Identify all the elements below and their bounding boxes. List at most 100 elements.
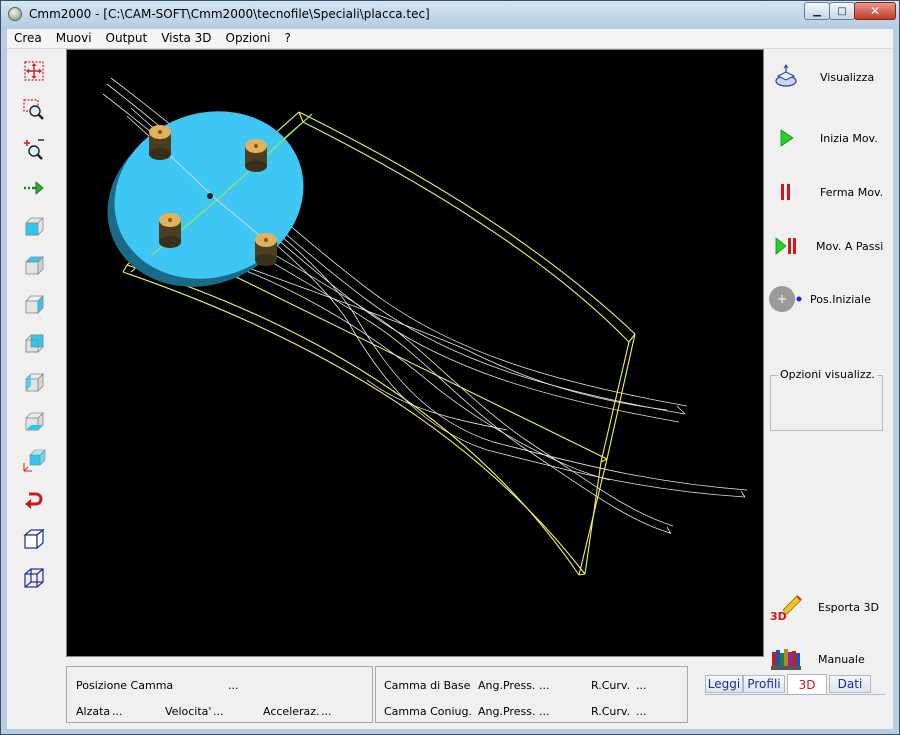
coniug-r-curv-label: R.Curv. (591, 705, 631, 718)
display-options-group: Opzioni visualizz. (770, 368, 883, 431)
view-isometric-button[interactable] (22, 449, 46, 473)
mov-a-passi-button[interactable]: Mov. A Passi (768, 228, 888, 264)
initial-position-icon (768, 284, 804, 314)
camma-coniug-label: Camma Coniug. (384, 705, 472, 718)
solid-mode-icon (23, 528, 45, 550)
visualizza-label: Visualizza (820, 70, 875, 84)
view-top-icon (25, 256, 44, 275)
step-icon (768, 231, 804, 261)
acceleraz-label: Acceleraz. (263, 705, 320, 718)
rotate-view-button[interactable] (22, 488, 46, 512)
inizia-mov-button[interactable]: Inizia Mov. (768, 120, 888, 156)
cam-3d-model (102, 77, 748, 576)
menu-bar: Crea Muovi Output Vista 3D Opzioni ? (7, 29, 893, 49)
view-isometric-icon (23, 449, 46, 472)
posizione-camma-label: Posizione Camma (76, 679, 174, 692)
export-3d-icon-text: 3D (770, 610, 787, 622)
close-button[interactable]: ✕ (854, 2, 896, 20)
menu-vista-3d[interactable]: Vista 3D (154, 29, 218, 48)
zoom-window-icon (23, 99, 44, 120)
tab-leggi[interactable]: Leggi (705, 675, 743, 693)
wireframe-mode-button[interactable] (22, 566, 46, 590)
display-options-title: Opzioni visualizz. (778, 368, 877, 381)
pos-iniziale-button[interactable]: Pos.Iniziale (768, 281, 888, 317)
title-bar[interactable]: Cmm2000 - [C:\CAM-SOFT\Cmm2000\tecnofile… (1, 1, 899, 29)
esporta-3d-button[interactable]: 3D Esporta 3D (768, 589, 888, 625)
alzata-value: ... (112, 705, 123, 718)
acceleraz-value: ... (321, 705, 332, 718)
cam-pressure-panel: Camma di Base Ang.Press. ... R.Curv. ...… (375, 666, 688, 723)
cam-pin (245, 139, 267, 172)
menu-help[interactable]: ? (278, 29, 298, 48)
menu-muovi[interactable]: Muovi (49, 29, 99, 48)
view-tabs: Leggi Profili 3D Dati (705, 674, 891, 715)
fit-view-button[interactable] (22, 59, 46, 83)
view-left-icon (25, 373, 44, 392)
pan-button[interactable] (22, 176, 46, 200)
manuale-button[interactable]: Manuale (768, 641, 888, 677)
cam-position-panel: Posizione Camma ... Alzata ... Velocita'… (66, 666, 373, 723)
cam-pin (255, 233, 277, 266)
visualize-3d-icon (768, 62, 804, 92)
pause-icon (768, 177, 804, 207)
view-front-button[interactable] (22, 215, 46, 239)
wireframe-mode-icon (24, 568, 44, 588)
books-icon (768, 644, 804, 674)
view-right-icon (25, 295, 44, 314)
tab-dati[interactable]: Dati (829, 675, 871, 693)
tab-3d[interactable]: 3D (787, 674, 827, 694)
zoom-in-out-button[interactable] (22, 137, 46, 161)
posizione-camma-value: ... (228, 679, 239, 692)
menu-opzioni[interactable]: Opzioni (219, 29, 278, 48)
ferma-mov-button[interactable]: Ferma Mov. (768, 174, 888, 210)
coniug-ang-press-value: ... (539, 705, 550, 718)
velocita-label: Velocita' (165, 705, 212, 718)
menu-crea[interactable]: Crea (7, 29, 49, 48)
coniug-r-curv-value: ... (636, 705, 647, 718)
menu-output[interactable]: Output (99, 29, 155, 48)
inizia-mov-label: Inizia Mov. (820, 131, 878, 145)
base-r-curv-label: R.Curv. (591, 679, 631, 692)
pan-arrow-icon (24, 181, 44, 195)
tab-strip-line (705, 694, 885, 695)
coniug-ang-press-label: Ang.Press. (478, 705, 536, 718)
minimize-button[interactable]: ▁ (804, 2, 830, 20)
play-icon (768, 123, 804, 153)
solid-mode-button[interactable] (22, 527, 46, 551)
manuale-label: Manuale (818, 652, 865, 666)
view-back-icon (25, 334, 44, 353)
zoom-in-out-icon (24, 139, 44, 160)
velocita-value: ... (213, 705, 224, 718)
view-left-button[interactable] (22, 371, 46, 395)
cam-pin (149, 125, 171, 160)
mov-a-passi-label: Mov. A Passi (816, 239, 884, 253)
maximize-button[interactable]: □ (829, 2, 855, 20)
rotate-view-icon (25, 492, 43, 509)
ferma-mov-label: Ferma Mov. (820, 185, 884, 199)
visualizza-button[interactable]: Visualizza (768, 59, 888, 95)
tab-profili[interactable]: Profili (743, 675, 785, 693)
window-title: Cmm2000 - [C:\CAM-SOFT\Cmm2000\tecnofile… (29, 7, 430, 21)
view-toolbar (7, 49, 65, 664)
view-bottom-button[interactable] (22, 410, 46, 434)
motion-panel: Visualizza Inizia Mov. Ferma Mov. Mov. A… (764, 49, 893, 670)
export-3d-icon: 3D (768, 592, 804, 622)
zoom-window-button[interactable] (22, 98, 46, 122)
alzata-label: Alzata (76, 705, 111, 718)
app-window: Cmm2000 - [C:\CAM-SOFT\Cmm2000\tecnofile… (0, 0, 900, 735)
base-r-curv-value: ... (636, 679, 647, 692)
client-area: Crea Muovi Output Vista 3D Opzioni ? Vis… (7, 29, 893, 729)
3d-viewport[interactable] (66, 49, 764, 657)
view-bottom-icon (25, 412, 44, 431)
pos-iniziale-label: Pos.Iniziale (810, 292, 871, 306)
base-ang-press-value: ... (539, 679, 550, 692)
fit-view-icon (24, 61, 44, 81)
view-front-icon (25, 217, 44, 236)
view-top-button[interactable] (22, 254, 46, 278)
base-ang-press-label: Ang.Press. (478, 679, 536, 692)
view-back-button[interactable] (22, 332, 46, 356)
cam-pin (159, 213, 181, 248)
view-right-button[interactable] (22, 293, 46, 317)
esporta-3d-label: Esporta 3D (818, 600, 879, 614)
app-icon[interactable] (8, 7, 22, 21)
